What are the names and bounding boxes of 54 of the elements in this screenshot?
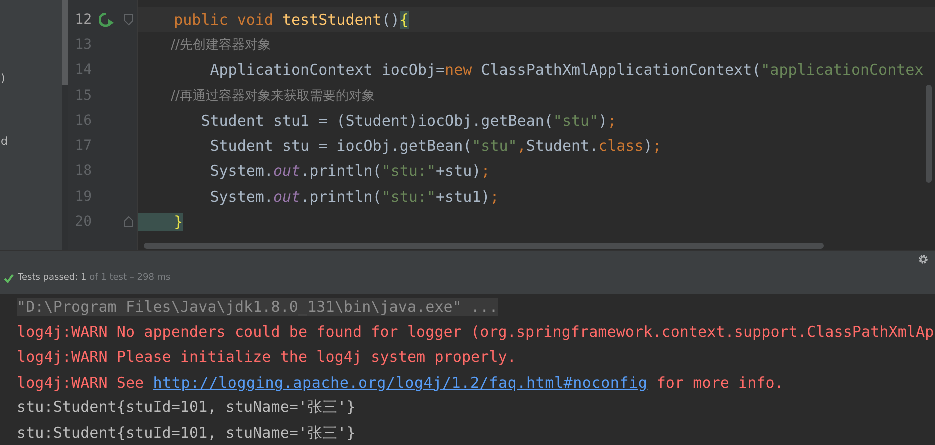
console-text: "D:\Program Files\Java\jdk1.8.0_131\bin\java.exe" ... xyxy=(17,298,498,316)
code-token: System. xyxy=(209,162,274,180)
code-token: System. xyxy=(209,188,274,206)
code-token: "stu" xyxy=(553,112,599,130)
fold-icon[interactable] xyxy=(124,216,134,228)
code-token: "stu" xyxy=(472,137,518,156)
code-token: "stu:" xyxy=(382,188,436,206)
code-token: ; xyxy=(490,188,500,206)
code-token: ) xyxy=(644,137,653,156)
code-token: .println( xyxy=(300,162,382,180)
console-text: stu:Student{stuId=101, stuName='张三'} xyxy=(17,424,356,443)
console-text: stu:Student{stuId=101, stuName='张三'} xyxy=(17,398,356,418)
code-token: +stu) xyxy=(436,162,482,180)
settings-icon[interactable] xyxy=(918,254,929,265)
code-token: Student. xyxy=(526,137,599,156)
code-token: //先创建容器对象 xyxy=(170,36,271,54)
code-token: ) xyxy=(598,112,608,130)
code-token: //再通过容器对象来获取需要的对象 xyxy=(170,88,375,105)
panel-text: d xyxy=(0,135,8,148)
scrollbar[interactable] xyxy=(62,0,68,85)
check-icon xyxy=(4,274,14,282)
code-token: ; xyxy=(481,162,490,180)
run-icon[interactable] xyxy=(99,12,115,27)
code-token: } xyxy=(138,213,184,232)
code-token: Student stu1 = (Student)iocObj.getBean( xyxy=(200,112,554,130)
scrollbar[interactable] xyxy=(926,85,932,183)
code-token: +stu1) xyxy=(436,188,490,206)
code-token: ApplicationContext iocObj= xyxy=(209,61,446,80)
code-token: Student stu = iocObj.getBean( xyxy=(209,137,472,156)
code-token: , xyxy=(517,137,526,156)
line-number: 12 xyxy=(74,12,92,28)
scrollbar[interactable] xyxy=(144,243,824,249)
console-link[interactable]: http://logging.apache.org/log4j/1.2/faq.html#noconfig xyxy=(153,374,648,392)
code-token: ClassPathXmlApplicationContext( xyxy=(481,61,762,80)
console-text: log4j:WARN Please initialize the log4j system properly. xyxy=(17,348,516,366)
code-token: class xyxy=(598,137,644,156)
panel-text: ) xyxy=(0,72,6,85)
test-status: Tests passed: 1 of 1 test – 298 ms xyxy=(18,273,171,283)
code-token: { xyxy=(400,10,409,29)
code-token: public void xyxy=(173,10,274,29)
fold-icon[interactable] xyxy=(124,14,134,26)
code-token: out xyxy=(273,162,301,180)
code-token: "stu:" xyxy=(382,162,436,180)
code-token: ; xyxy=(608,112,617,130)
code-token: () xyxy=(382,10,400,29)
code-token: .println( xyxy=(300,188,382,206)
code-token: ; xyxy=(652,137,662,156)
code-token: out xyxy=(273,188,301,206)
code-token: testStudent xyxy=(282,10,382,29)
console-text: log4j:WARN See xyxy=(17,374,146,392)
console-text: for more info. xyxy=(656,374,784,392)
code-token: new xyxy=(445,61,474,80)
console-text: log4j:WARN No appenders could be found for logger (org.springframework.context.support.ClassPathXmlAp xyxy=(17,322,934,341)
code-token: "applicationContex xyxy=(761,61,924,80)
